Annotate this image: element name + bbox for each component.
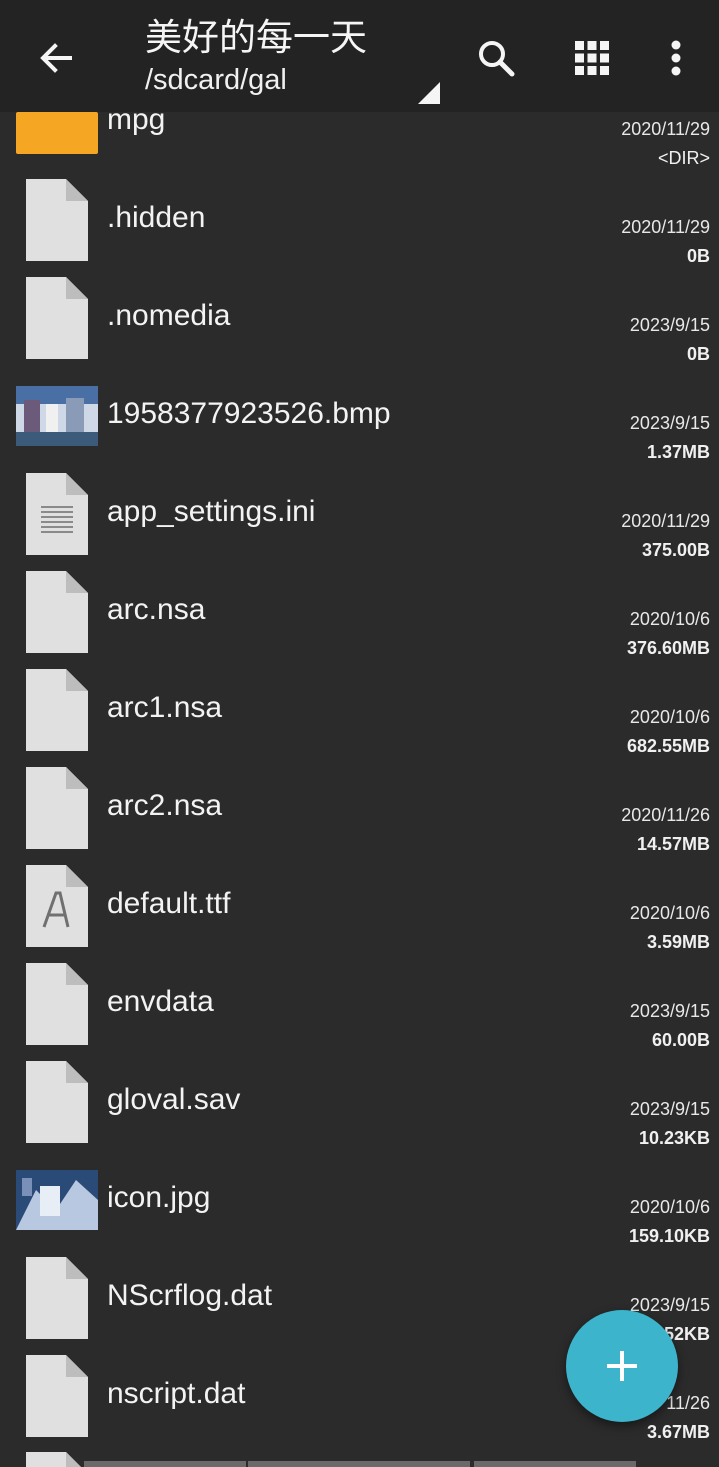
file-icon <box>26 1061 88 1143</box>
text-file-icon <box>26 473 88 555</box>
file-size: 3.67MB <box>646 1422 710 1442</box>
image-thumbnail-icon <box>16 386 98 446</box>
bottom-bar-segment <box>248 1461 470 1467</box>
file-date: 2020/11/29 <box>621 511 710 531</box>
file-date: 2020/10/6 <box>629 1197 710 1217</box>
file-date: 2023/9/15 <box>629 413 710 433</box>
search-button[interactable] <box>468 30 524 86</box>
file-date: 2020/10/6 <box>629 707 710 727</box>
file-name: envdata <box>107 985 214 1018</box>
file-icon <box>26 767 88 849</box>
file-icon <box>26 571 88 653</box>
list-item[interactable]: arc2.nsa 2020/11/26 14.57MB <box>0 767 719 866</box>
back-button[interactable] <box>30 32 82 84</box>
file-name: .nomedia <box>107 299 231 332</box>
list-item[interactable]: app_settings.ini 2020/11/29 375.00B <box>0 473 719 572</box>
file-size: 60.00B <box>651 1030 710 1050</box>
list-item[interactable]: default.ttf 2020/10/6 3.59MB <box>0 865 719 964</box>
file-date: 2020/11/29 <box>621 217 710 237</box>
list-item[interactable]: arc1.nsa 2020/10/6 682.55MB <box>0 669 719 768</box>
grid-view-icon <box>575 41 609 75</box>
file-icon <box>26 179 88 261</box>
list-item[interactable]: .hidden 2020/11/29 0B <box>0 179 719 278</box>
file-size: 1.37MB <box>646 442 710 462</box>
plus-icon <box>607 1351 637 1381</box>
list-item[interactable]: icon.jpg 2020/10/6 159.10KB <box>0 1160 719 1258</box>
file-name: .hidden <box>107 201 206 234</box>
list-item[interactable]: gloval.sav 2023/9/15 10.23KB <box>0 1061 719 1160</box>
file-date: 2020/10/6 <box>629 903 710 923</box>
image-thumbnail-icon <box>16 1170 98 1230</box>
file-icon <box>26 277 88 359</box>
file-size: 375.00B <box>641 540 710 560</box>
file-date: 2023/9/15 <box>629 1001 710 1021</box>
arrow-left-icon <box>40 43 72 73</box>
file-date: 2020/10/6 <box>629 609 710 629</box>
file-size: 0B <box>686 344 710 364</box>
file-name: arc.nsa <box>107 593 206 626</box>
search-icon <box>479 41 515 77</box>
file-name: arc1.nsa <box>107 691 223 724</box>
page-title: 美好的每一天 <box>145 17 367 58</box>
file-icon <box>26 1257 88 1339</box>
dropdown-triangle-icon[interactable] <box>418 82 440 104</box>
add-button[interactable] <box>566 1310 678 1422</box>
file-name: gloval.sav <box>107 1083 241 1116</box>
bottom-bar-segment <box>84 1461 246 1467</box>
file-size: <DIR> <box>657 148 710 168</box>
file-date: 2023/9/15 <box>629 315 710 335</box>
file-size: 14.57MB <box>636 834 710 854</box>
file-icon <box>26 669 88 751</box>
list-item[interactable]: 1958377923526.bmp 2023/9/15 1.37MB <box>0 376 719 474</box>
list-item[interactable]: arc.nsa 2020/10/6 376.60MB <box>0 571 719 670</box>
file-date: 2020/11/26 <box>621 805 710 825</box>
file-name: NScrflog.dat <box>107 1279 273 1312</box>
list-item[interactable]: .nomedia 2023/9/15 0B <box>0 277 719 376</box>
file-name: default.ttf <box>107 887 231 920</box>
file-name: arc2.nsa <box>107 789 223 822</box>
app-bar: 美好的每一天 /sdcard/gal <box>0 0 719 112</box>
bottom-bar-segment <box>474 1461 636 1467</box>
title-dropdown[interactable]: 美好的每一天 /sdcard/gal <box>145 14 445 98</box>
file-size: 0B <box>686 246 710 266</box>
more-vert-icon <box>671 40 681 76</box>
file-name: icon.jpg <box>107 1181 211 1214</box>
file-size: 10.23KB <box>638 1128 710 1148</box>
font-file-icon <box>26 865 88 947</box>
more-options-button[interactable] <box>648 30 704 86</box>
file-date: 11/26 <box>666 1393 710 1413</box>
file-date: 2023/9/15 <box>629 1099 710 1119</box>
file-size: 682.55MB <box>626 736 710 756</box>
file-date: 2020/11/29 <box>621 119 710 139</box>
file-size: 376.60MB <box>626 638 710 658</box>
file-name: 1958377923526.bmp <box>107 397 391 430</box>
file-name: app_settings.ini <box>107 495 316 528</box>
file-name: nscript.dat <box>107 1377 246 1410</box>
file-size: 159.10KB <box>628 1226 710 1246</box>
current-path: /sdcard/gal <box>145 64 287 96</box>
file-icon <box>26 963 88 1045</box>
file-icon <box>26 1355 88 1437</box>
view-mode-button[interactable] <box>564 30 620 86</box>
list-item[interactable]: envdata 2023/9/15 60.00B <box>0 963 719 1062</box>
file-size: 3.59MB <box>646 932 710 952</box>
